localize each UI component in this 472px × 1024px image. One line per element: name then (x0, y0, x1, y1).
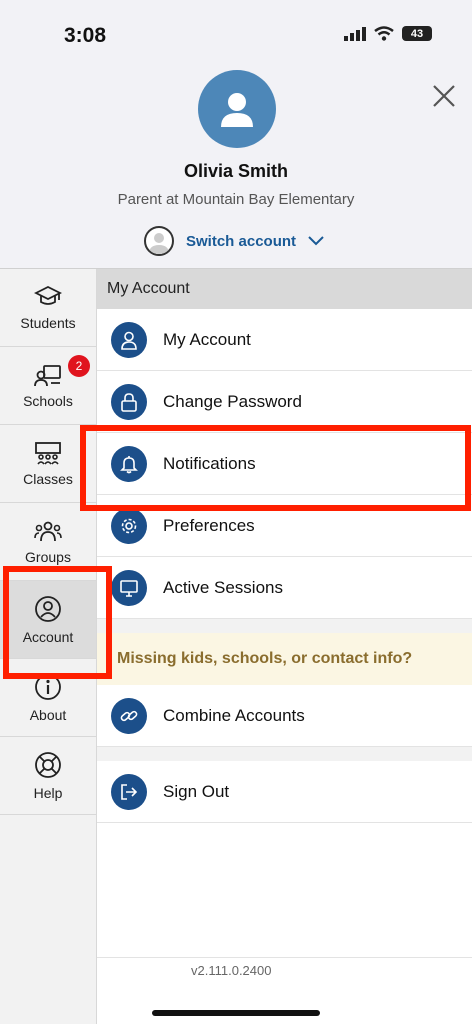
change-password-item[interactable]: Change Password (97, 371, 472, 433)
switch-avatar-icon (144, 226, 174, 256)
wifi-icon (374, 26, 394, 41)
my-account-item[interactable]: My Account (97, 309, 472, 371)
section-gap (97, 747, 472, 761)
user-icon (111, 321, 147, 358)
sidebar-item-label: Classes (23, 470, 73, 487)
user-icon (221, 93, 253, 127)
signal-icon (344, 26, 366, 41)
section-title: My Account (97, 269, 472, 309)
home-indicator (152, 1010, 320, 1016)
chevron-down-icon (308, 236, 324, 246)
combine-accounts-item[interactable]: Combine Accounts (97, 685, 472, 747)
classroom-icon (35, 441, 61, 465)
status-time: 3:08 (64, 24, 107, 47)
close-icon[interactable] (430, 82, 458, 110)
row-label: Active Sessions (163, 577, 283, 597)
row-label: My Account (163, 329, 251, 349)
sidebar-item-students[interactable]: Students (0, 269, 96, 347)
sign-out-item[interactable]: Sign Out (97, 761, 472, 823)
section-gap (97, 619, 472, 633)
active-sessions-item[interactable]: Active Sessions (97, 557, 472, 619)
profile-role: Parent at Mountain Bay Elementary (117, 191, 355, 208)
profile-avatar (198, 70, 276, 148)
group-icon (34, 521, 62, 541)
gear-icon (111, 507, 147, 544)
profile-name: Olivia Smith (183, 161, 289, 181)
sidebar-item-help[interactable]: Help (0, 737, 96, 815)
link-icon (111, 697, 147, 734)
main-panel: My Account My Account Change Password No… (97, 269, 472, 1024)
sidebar-item-label: Schools (23, 392, 73, 409)
switch-account-label: Switch account (186, 232, 297, 250)
account-highlight (3, 566, 112, 679)
status-icons: 43 (344, 26, 432, 41)
notifications-highlight (80, 425, 471, 511)
status-bar: 3:08 43 (0, 0, 472, 70)
school-icon (34, 364, 61, 386)
graduation-cap-icon (34, 285, 62, 305)
row-label: Preferences (163, 515, 255, 535)
schools-badge: 2 (68, 355, 90, 377)
row-label: Change Password (163, 391, 302, 411)
battery-indicator: 43 (402, 26, 432, 41)
row-label: Combine Accounts (163, 705, 305, 725)
sidebar-item-label: About (29, 706, 67, 723)
monitor-icon (111, 569, 147, 606)
footer-divider (97, 957, 472, 958)
lock-icon (111, 383, 147, 420)
row-label: Sign Out (163, 781, 230, 801)
sign-out-icon (111, 773, 147, 810)
lifebuoy-icon (35, 751, 61, 778)
version-label: v2.111.0.2400 (191, 963, 272, 978)
sidebar-item-label: Groups (25, 548, 71, 565)
switch-account-button[interactable]: Switch account (144, 226, 324, 256)
sidebar-item-label: Students (20, 314, 76, 331)
missing-info-link[interactable]: Missing kids, schools, or contact info? (97, 633, 472, 685)
sidebar-item-label: Help (33, 784, 63, 801)
